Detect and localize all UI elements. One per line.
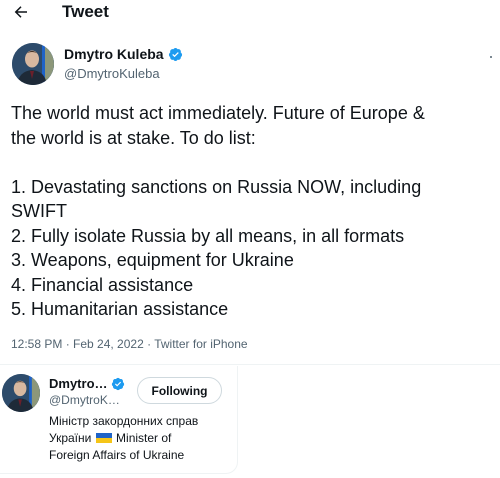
bio-text: України [49, 431, 92, 445]
bio-line: Міністр закордонних справ [49, 414, 199, 428]
card-handle[interactable]: @DmytroK… [49, 393, 120, 407]
tweet-line: SWIFT [11, 201, 67, 221]
tweet-line: 4. Financial assistance [11, 274, 194, 295]
arrow-left-icon [14, 6, 27, 18]
author-avatar[interactable] [12, 43, 54, 85]
tweet-line: 3. Weapons, equipment for Ukraine [11, 250, 294, 270]
tweet-line: 5. Humanitarian assistance [11, 299, 229, 319]
more-options-button[interactable] [484, 50, 498, 64]
divider [0, 364, 500, 365]
following-button[interactable]: Following [137, 377, 222, 404]
card-bio: Міністр закордонних справ України Minist… [49, 413, 234, 464]
bio-line: України Minister of [49, 430, 234, 447]
ukraine-flag-icon [95, 433, 112, 443]
tweet-text: The world must act immediately. Future o… [11, 101, 491, 322]
tweet-page: Tweet Dmytro Kuleba @DmytroKuleba The wo… [0, 0, 500, 478]
avatar-photo [2, 374, 40, 412]
tweet-line: 2. Fully isolate Russia by all means, in… [11, 225, 405, 246]
back-button[interactable] [10, 1, 32, 23]
bio-line: Foreign Affairs of Ukraine [49, 448, 185, 462]
page-title: Tweet [62, 2, 109, 21]
author-name-text: Dmytro Kuleba [64, 46, 164, 62]
verified-badge-icon [111, 377, 124, 390]
card-name[interactable]: Dmytro… [49, 376, 125, 391]
author-name[interactable]: Dmytro Kuleba [64, 46, 183, 62]
author-handle[interactable]: @DmytroKuleba [64, 66, 160, 81]
avatar-photo [12, 43, 54, 85]
card-name-text: Dmytro… [49, 376, 108, 391]
top-bar: Tweet [0, 0, 500, 26]
bio-text: Minister of [116, 431, 172, 445]
tweet-line: 1. Devastating sanctions on Russia NOW, … [11, 176, 422, 197]
tweet-line: the world is at stake. To do list: [11, 127, 256, 148]
profile-hover-card: Dmytro… @DmytroK… Following Міністр зако… [0, 366, 238, 474]
tweet-line: The world must act immediately. Future o… [11, 103, 425, 123]
more-dot-icon [490, 56, 492, 58]
tweet-timestamp[interactable]: 12:58 PM · Feb 24, 2022 · Twitter for iP… [11, 337, 248, 351]
verified-badge-icon [168, 47, 182, 61]
card-avatar[interactable] [2, 374, 40, 412]
